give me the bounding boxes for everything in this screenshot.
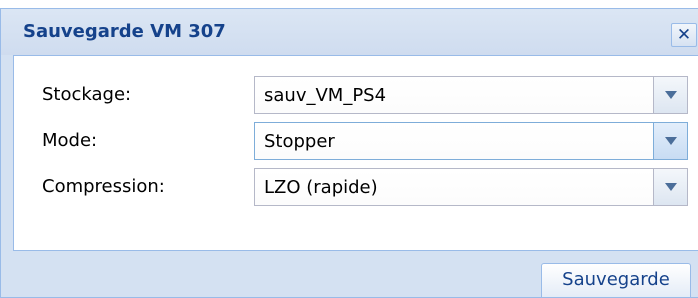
compression-dropdown-trigger[interactable]: [653, 169, 687, 205]
compression-row: Compression: LZO (rapide): [14, 168, 698, 206]
storage-select[interactable]: sauv_VM_PS4: [254, 76, 688, 114]
storage-row: Stockage: sauv_VM_PS4: [14, 76, 698, 114]
dialog-title: Sauvegarde VM 307: [23, 21, 226, 42]
chevron-down-icon: [665, 137, 677, 145]
close-button[interactable]: ✕: [671, 23, 697, 47]
form-panel: Stockage: sauv_VM_PS4 Mode: Stopper Comp…: [13, 55, 698, 251]
compression-label: Compression:: [42, 176, 165, 197]
save-button[interactable]: Sauvegarde: [541, 263, 691, 297]
backup-dialog: Sauvegarde VM 307 ✕ Stockage: sauv_VM_PS…: [0, 8, 698, 298]
mode-value: Stopper: [264, 131, 335, 152]
storage-dropdown-trigger[interactable]: [653, 77, 687, 113]
chevron-down-icon: [665, 91, 677, 99]
dialog-titlebar[interactable]: Sauvegarde VM 307 ✕: [1, 9, 698, 55]
background-strip: [0, 0, 698, 8]
mode-dropdown-trigger[interactable]: [653, 123, 687, 159]
storage-value: sauv_VM_PS4: [264, 85, 387, 106]
close-icon: ✕: [676, 25, 692, 45]
chevron-down-icon: [665, 183, 677, 191]
mode-label: Mode:: [42, 130, 98, 151]
compression-select[interactable]: LZO (rapide): [254, 168, 688, 206]
mode-row: Mode: Stopper: [14, 122, 698, 160]
compression-value: LZO (rapide): [264, 177, 378, 198]
storage-label: Stockage:: [42, 84, 132, 105]
mode-select[interactable]: Stopper: [254, 122, 688, 160]
